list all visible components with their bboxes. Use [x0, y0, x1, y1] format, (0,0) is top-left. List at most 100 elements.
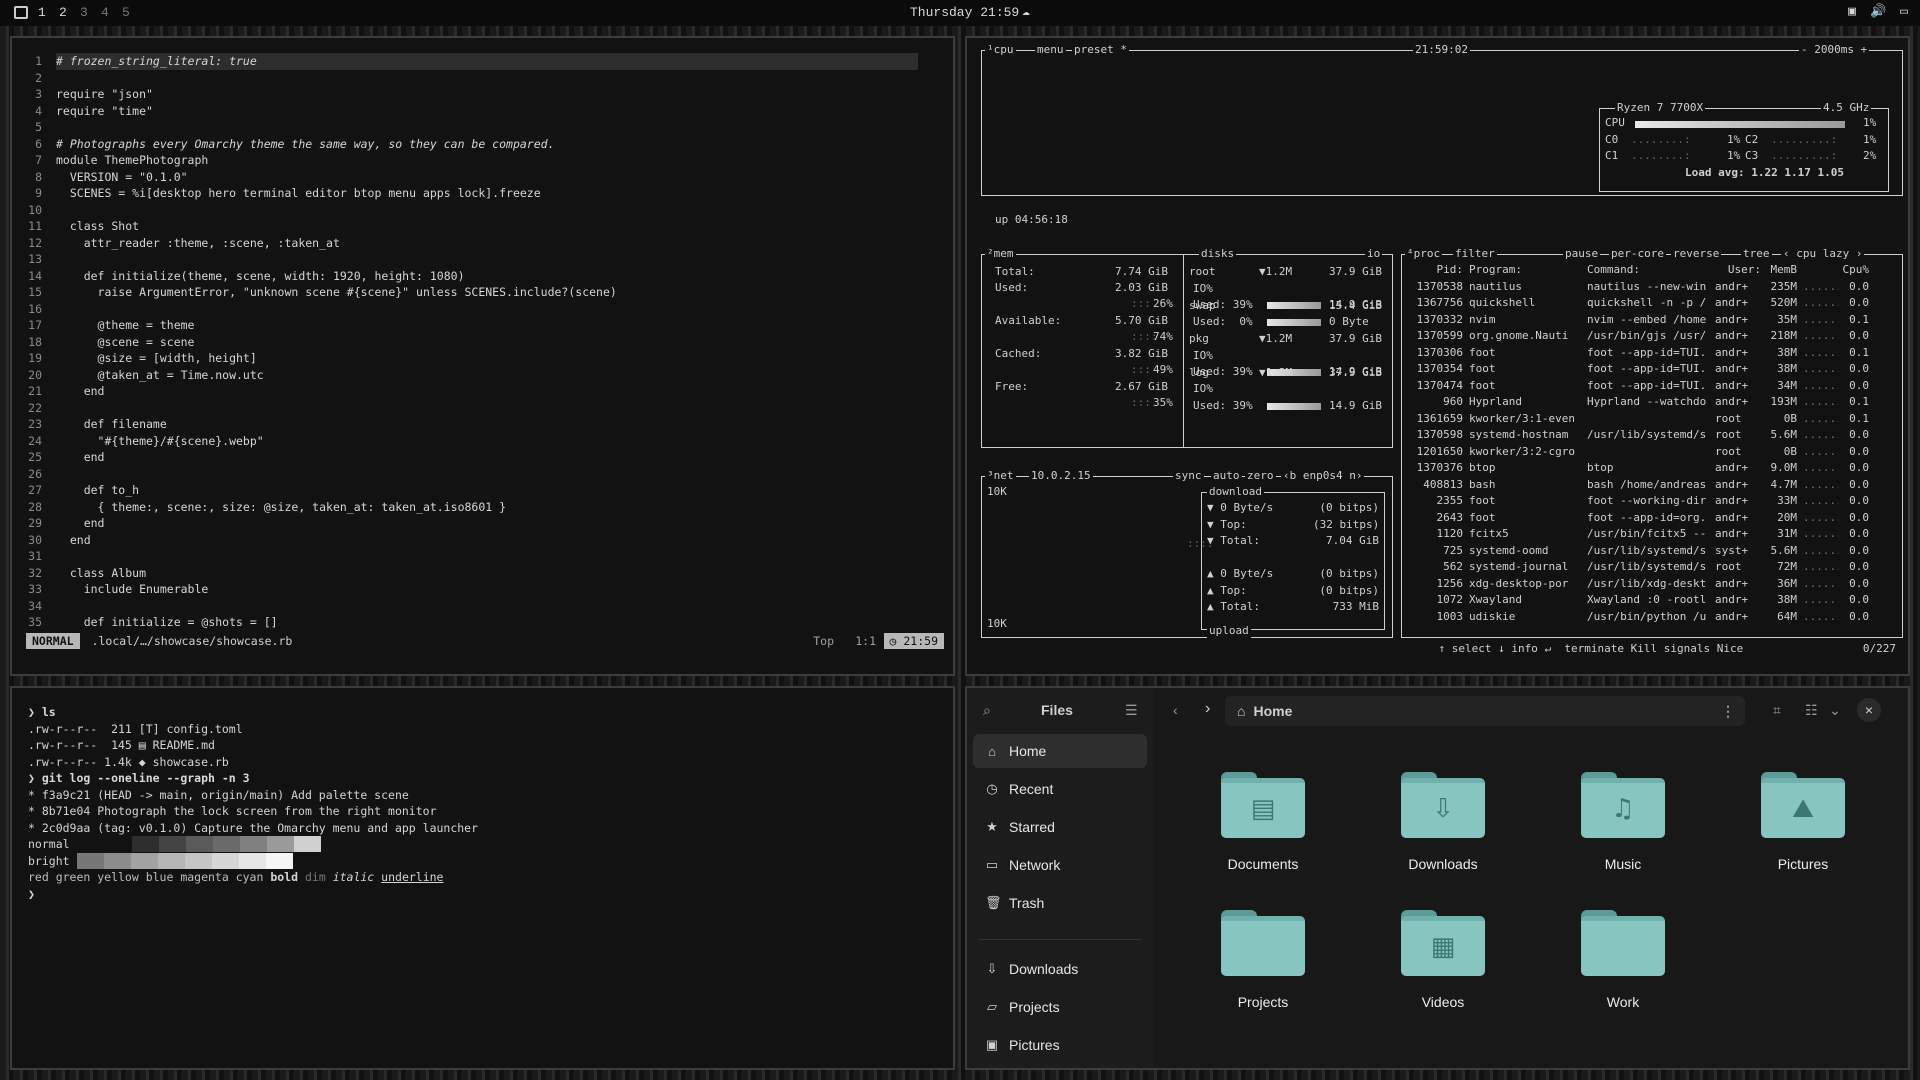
folder-documents[interactable]: ▤ Documents [1188, 772, 1338, 902]
header-cpu[interactable]: Cpu% [1839, 262, 1870, 279]
process-row[interactable]: 1370599 org.gnome.Nauti/usr/bin/gjs /usr/… [1413, 328, 1869, 345]
code-line[interactable]: 34 [12, 598, 953, 615]
process-row[interactable]: 1361659 kworker/3:1-even root 0B....... 0.1 [1413, 411, 1869, 428]
code-line[interactable]: 7 module ThemePhotograph [12, 152, 953, 169]
omarchy-logo-icon[interactable] [14, 6, 28, 19]
code-line[interactable]: 10 [12, 202, 953, 219]
code-line[interactable]: 30 end [12, 532, 953, 549]
code-line[interactable]: 29 end [12, 515, 953, 532]
code-line[interactable]: 1 # frozen_string_literal: true [12, 53, 953, 70]
process-row[interactable]: 1367756 quickshell quickshell -n -p / andr+… [1413, 295, 1869, 312]
code-line[interactable]: 19 @size = [width, height] [12, 350, 953, 367]
code-line[interactable]: 11 class Shot [12, 218, 953, 235]
folder-projects[interactable]: Projects [1188, 910, 1338, 1040]
process-row[interactable]: 1370598 systemd-hostnam/usr/lib/systemd/s… [1413, 427, 1869, 444]
header-user[interactable]: User: [1715, 262, 1765, 279]
code-line[interactable]: 25 end [12, 449, 953, 466]
mem-tab[interactable]: ²mem [985, 247, 1016, 261]
code-line[interactable]: 5 [12, 119, 953, 136]
footer-signals[interactable]: signals [1664, 642, 1710, 655]
workspace-3[interactable]: 3 [80, 5, 91, 20]
code-line[interactable]: 26 [12, 466, 953, 483]
code-line[interactable]: 33 include Enumerable [12, 581, 953, 598]
menu-tab[interactable]: menu [1035, 43, 1066, 57]
code-line[interactable]: 6 # Photographs every Omarchy theme the s… [12, 136, 953, 153]
process-row[interactable]: 1370376 btop btop andr+ 9.0M....... 0.0 [1413, 460, 1869, 477]
workspace-5[interactable]: 5 [122, 5, 133, 20]
code-line[interactable]: 15 raise ArgumentError, "unknown scene #… [12, 284, 953, 301]
process-row[interactable]: 1370474 foot foot --app-id=TUI. andr+ 34M...… [1413, 378, 1869, 395]
proc-sort[interactable]: ‹ cpu lazy › [1781, 247, 1865, 261]
code-line[interactable]: 3 require "json" [12, 86, 953, 103]
net-auto[interactable]: auto [1211, 469, 1242, 483]
cpu-tab[interactable]: ¹cpu [985, 43, 1016, 57]
process-row[interactable]: 1370538 nautilus nautilus --new-win andr+ 23… [1413, 279, 1869, 296]
neovim-editor-window[interactable]: 1 # frozen_string_literal: true 2 3 require … [10, 36, 955, 676]
process-row[interactable]: 1072 Xwayland Xwayland :0 -rootl andr+ 38M..… [1413, 592, 1870, 609]
close-icon[interactable]: × [1857, 698, 1881, 722]
code-line[interactable]: 2 [12, 70, 953, 87]
weather-cloud-icon[interactable]: ☁ [1022, 4, 1030, 19]
search-icon[interactable]: ⌕ [983, 702, 991, 719]
sidebar-item-network[interactable]: ▭ Network [973, 848, 1147, 882]
code-line[interactable]: 21 end [12, 383, 953, 400]
header-mem[interactable]: MemB [1765, 262, 1803, 279]
workspace-4[interactable]: 4 [101, 5, 112, 20]
process-row[interactable]: 1370332 nvim nvim --embed /home andr+ 35M...… [1413, 312, 1869, 329]
folder-videos[interactable]: ▦ Videos [1368, 910, 1518, 1040]
net-interface[interactable]: ‹b enp0s4 n› [1281, 469, 1365, 483]
code-line[interactable]: 23 def filename [12, 416, 953, 433]
code-line[interactable]: 31 [12, 548, 953, 565]
disks-tab[interactable]: disks [1199, 247, 1237, 261]
forward-icon[interactable]: › [1205, 700, 1210, 718]
header-command[interactable]: Command: [1587, 262, 1715, 279]
workspace-1[interactable]: 1 [38, 5, 49, 20]
folder-music[interactable]: ♫ Music [1548, 772, 1698, 902]
code-line[interactable]: 14 def initialize(theme, scene, width: 1… [12, 268, 953, 285]
code-line[interactable]: 12 attr_reader :theme, :scene, :taken_at [12, 235, 953, 252]
code-line[interactable]: 9 SCENES = %i[desktop hero terminal edit… [12, 185, 953, 202]
process-row[interactable]: 1201650 kworker/3:2-cgro root 0B....... 0.0 [1413, 444, 1869, 461]
process-row[interactable]: 1370354 foot foot --app-id=TUI. andr+ 38M...… [1413, 361, 1869, 378]
process-row[interactable]: 1003 udiskie/usr/bin/python /u andr+ 64M...… [1413, 609, 1870, 626]
code-line[interactable]: 18 @scene = scene [12, 334, 953, 351]
sidebar-item-recent[interactable]: ◷ Recent [973, 772, 1147, 806]
proc-pause[interactable]: pause [1563, 247, 1601, 261]
footer-kill[interactable]: Kill [1631, 642, 1658, 655]
btop-window[interactable]: ¹cpu menu preset * 21:59:02 - 2000ms + u… [965, 36, 1910, 676]
update-interval[interactable]: - 2000ms + [1799, 43, 1870, 57]
disks-io-tab[interactable]: io [1365, 247, 1383, 261]
clock[interactable]: Thursday 21:59 [910, 5, 1019, 20]
code-line[interactable]: 17 @theme = theme [12, 317, 953, 334]
net-zero[interactable]: zero [1245, 469, 1276, 483]
files-window[interactable]: ⌕ Files ☰ ⌂ Home ◷ Recent ★ Starred ▭ Network 🗑 T… [965, 686, 1910, 1070]
process-table[interactable]: Pid: Program: Command: User: MemB Cpu% 1… [1413, 262, 1869, 625]
sidebar-item-projects[interactable]: ▱ Projects [973, 990, 1147, 1024]
process-row[interactable]: 725 systemd-oomd/usr/lib/systemd/s syst+ 5.… [1413, 543, 1869, 560]
editor-buffer[interactable]: 1 # frozen_string_literal: true 2 3 require … [12, 53, 953, 631]
header-program[interactable]: Program: [1469, 262, 1587, 279]
code-line[interactable]: 4 require "time" [12, 103, 953, 120]
location-menu-icon[interactable]: ⋮ [1721, 703, 1735, 720]
code-line[interactable]: 8 VERSION = "0.1.0" [12, 169, 953, 186]
process-row[interactable]: 1370306 foot foot --app-id=TUI. andr+ 38M...… [1413, 345, 1869, 362]
view-list-icon[interactable]: ☷ [1805, 702, 1818, 719]
footer-nice[interactable]: Nice [1717, 642, 1744, 655]
preset-tab[interactable]: preset * [1072, 43, 1129, 57]
screenshot-icon[interactable]: ⌗ [1773, 702, 1781, 719]
back-icon[interactable]: ‹ [1173, 702, 1178, 718]
code-line[interactable]: 22 [12, 400, 953, 417]
process-row[interactable]: 2355 foot foot --working-dir andr+ 33M......… [1413, 493, 1870, 510]
location-bar[interactable]: ⌂ Home ⋮ [1225, 696, 1745, 726]
proc-filter[interactable]: filter [1453, 247, 1497, 261]
sidebar-item-pictures[interactable]: ▣ Pictures [973, 1028, 1147, 1062]
proc-reverse[interactable]: reverse [1671, 247, 1722, 261]
code-line[interactable]: 24 "#{theme}/#{scene}.webp" [12, 433, 953, 450]
header-pid[interactable]: Pid: [1413, 262, 1469, 279]
view-options-chevron-icon[interactable]: ⌄ [1829, 702, 1841, 719]
footer-select[interactable]: ↑ select ↓ [1439, 642, 1505, 655]
sidebar-item-home[interactable]: ⌂ Home [973, 734, 1147, 768]
process-row[interactable]: 2643 foot foot --app-id=org. andr+ 20M......… [1413, 510, 1870, 527]
process-row[interactable]: 562 systemd-journal/usr/lib/systemd/s root… [1413, 559, 1869, 576]
monitor-icon[interactable]: ▭ [1900, 4, 1908, 19]
